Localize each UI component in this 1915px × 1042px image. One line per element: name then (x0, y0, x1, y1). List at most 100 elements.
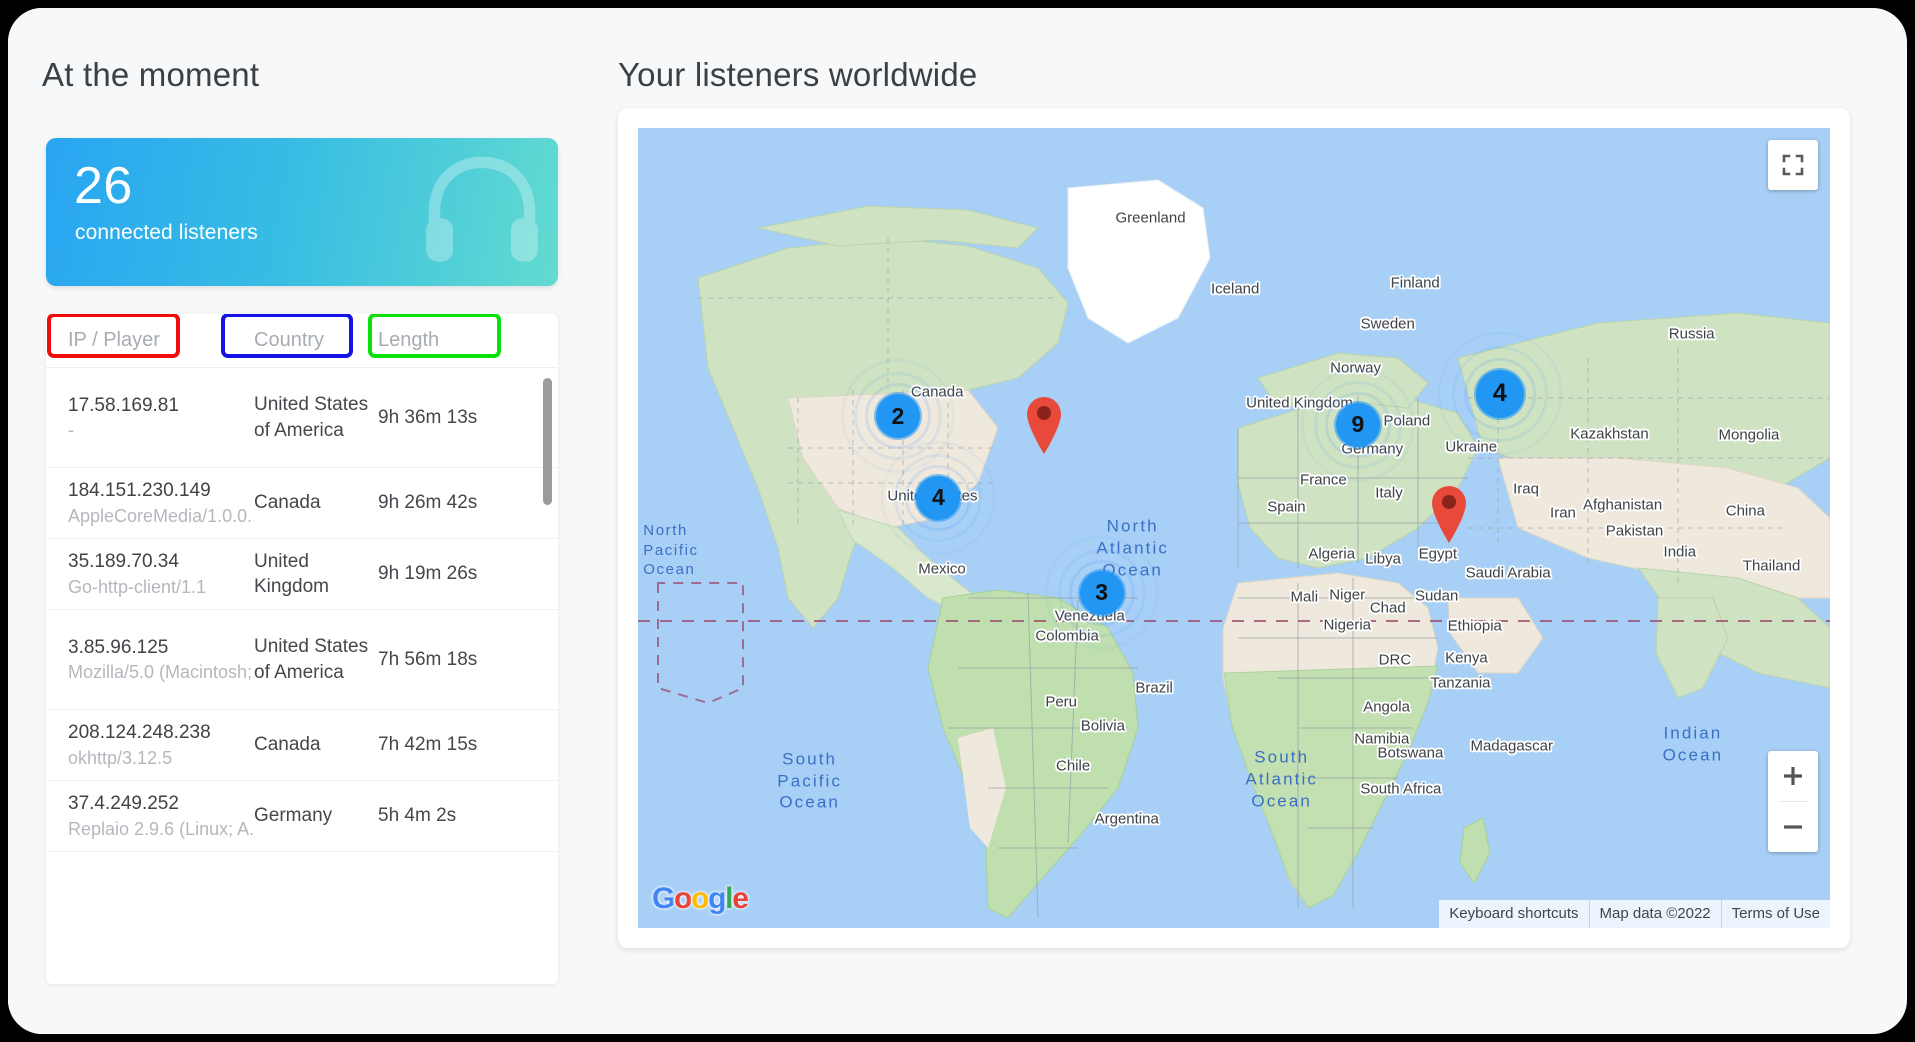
map-country-label: Bolivia (1081, 718, 1125, 735)
map-title: Your listeners worldwide (576, 8, 1907, 94)
cluster-count: 4 (916, 476, 960, 520)
map-country-label: Botswana (1377, 744, 1443, 761)
map-country-label: Angola (1363, 699, 1410, 716)
ip-address: 37.4.249.252 (68, 791, 254, 817)
map-country-label: Greenland (1116, 210, 1186, 227)
google-logo-letter: e (732, 882, 747, 915)
player-agent: AppleCoreMedia/1.0.0.... (68, 504, 254, 528)
map-country-label: Kenya (1445, 649, 1488, 666)
ocean-label-south-pacific: South Pacific Ocean (777, 748, 842, 813)
google-logo[interactable]: Google (652, 882, 748, 916)
cell-ip-player: 3.85.96.125 Mozilla/5.0 (Macintosh;... (46, 635, 254, 685)
cluster-marker[interactable]: 2 (876, 394, 920, 438)
cell-country: Canada (254, 732, 378, 757)
table-row[interactable]: 184.151.230.149 AppleCoreMedia/1.0.0....… (46, 468, 558, 539)
cell-ip-player: 37.4.249.252 Replaio 2.9.6 (Linux; A... (46, 791, 254, 841)
listeners-table: IP / Player Country Length 17.58.169.81 … (46, 314, 558, 984)
map-country-label: Sudan (1415, 588, 1458, 605)
table-row[interactable]: 3.85.96.125 Mozilla/5.0 (Macintosh;... U… (46, 610, 558, 710)
cell-country: Germany (254, 803, 378, 828)
google-logo-letter: o (674, 882, 691, 915)
column-header-length[interactable]: Length (378, 329, 538, 352)
table-row[interactable]: 35.189.70.34 Go-http-client/1.1 United K… (46, 539, 558, 610)
map-country-label: Chad (1370, 600, 1406, 617)
map-data-copyright: Map data ©2022 (1589, 900, 1721, 928)
map-country-label: Ethiopia (1448, 617, 1502, 634)
cluster-count: 2 (876, 394, 920, 438)
terms-of-use-link[interactable]: Terms of Use (1721, 900, 1830, 928)
map-country-label: Brazil (1135, 680, 1173, 697)
map-country-label: Nigeria (1323, 616, 1371, 633)
map-country-label: Mali (1291, 588, 1319, 605)
listeners-label: connected listeners (75, 221, 258, 245)
table-row[interactable]: 37.4.249.252 Replaio 2.9.6 (Linux; A... … (46, 781, 558, 852)
map-country-label: DRC (1379, 652, 1412, 669)
map-country-label: Iceland (1211, 280, 1259, 297)
map-pin-marker[interactable] (1427, 482, 1471, 549)
zoom-controls (1768, 751, 1818, 852)
map-country-label: India (1664, 544, 1697, 561)
player-agent: - (68, 418, 254, 442)
cluster-marker[interactable]: 4 (916, 476, 960, 520)
map-country-label: Pakistan (1606, 523, 1664, 540)
ocean-label-north-pacific: North Pacific Ocean (643, 522, 698, 580)
app-window: At the moment 26 connected listeners IP … (8, 8, 1907, 1034)
cell-country: Canada (254, 490, 378, 515)
map-country-label: Italy (1375, 484, 1403, 501)
map-country-label: South Africa (1360, 780, 1441, 797)
map-country-label: Sweden (1361, 316, 1415, 333)
map-country-label: Peru (1045, 693, 1077, 710)
table-row[interactable]: 208.124.248.238 okhttp/3.12.5 Canada 7h … (46, 710, 558, 781)
ip-address: 208.124.248.238 (68, 720, 254, 746)
table-row[interactable]: 17.58.169.81 - United States of America … (46, 368, 558, 468)
fullscreen-button[interactable] (1768, 140, 1818, 190)
listeners-count: 26 (74, 156, 133, 216)
map-country-label: Finland (1391, 275, 1440, 292)
map-country-label: Tanzania (1430, 675, 1490, 692)
cell-length: 9h 19m 26s (378, 563, 538, 585)
zoom-in-button[interactable] (1768, 751, 1818, 801)
map-country-label: Spain (1267, 499, 1305, 516)
map-country-label: Madagascar (1470, 737, 1553, 754)
cluster-count: 3 (1080, 571, 1124, 615)
table-header-row: IP / Player Country Length (46, 314, 558, 368)
player-agent: Mozilla/5.0 (Macintosh;... (68, 660, 254, 684)
map-country-label: Argentina (1095, 811, 1159, 828)
map-pin-marker[interactable] (1022, 393, 1066, 460)
ip-address: 17.58.169.81 (68, 393, 254, 419)
cell-length: 7h 42m 15s (378, 734, 538, 756)
ocean-label-south-atlantic: South Atlantic Ocean (1245, 747, 1318, 812)
page-title: At the moment (8, 8, 576, 94)
ip-address: 184.151.230.149 (68, 478, 254, 504)
ip-address: 3.85.96.125 (68, 635, 254, 661)
map-country-label: Libya (1365, 551, 1401, 568)
cell-country: United Kingdom (254, 549, 378, 599)
cluster-marker[interactable]: 3 (1080, 571, 1124, 615)
cell-length: 9h 26m 42s (378, 492, 538, 514)
cell-length: 5h 4m 2s (378, 805, 538, 827)
table-scrollbar-thumb[interactable] (543, 378, 552, 505)
cell-ip-player: 17.58.169.81 - (46, 393, 254, 443)
cluster-marker[interactable]: 9 (1336, 403, 1380, 447)
location-pin-icon (1022, 393, 1066, 455)
location-pin-icon (1427, 482, 1471, 544)
cluster-count: 4 (1476, 370, 1524, 418)
map-country-label: Mongolia (1719, 427, 1780, 444)
map-country-label: Chile (1056, 758, 1090, 775)
map-country-label: Kazakhstan (1570, 425, 1648, 442)
map-attribution-bar: Keyboard shortcuts Map data ©2022 Terms … (1439, 900, 1830, 928)
google-logo-letter: g (708, 882, 725, 915)
map-panel: Your listeners worldwide (576, 8, 1907, 1034)
connected-listeners-card: 26 connected listeners (46, 138, 558, 286)
column-header-ip-player[interactable]: IP / Player (46, 329, 254, 352)
map-country-label: Russia (1669, 325, 1715, 342)
world-map[interactable]: North Pacific Ocean North Atlantic Ocean… (638, 128, 1830, 928)
cell-length: 9h 36m 13s (378, 407, 538, 429)
cluster-marker[interactable]: 4 (1476, 370, 1524, 418)
keyboard-shortcuts-link[interactable]: Keyboard shortcuts (1439, 900, 1588, 928)
column-header-country[interactable]: Country (254, 329, 378, 352)
google-logo-letter: G (652, 882, 674, 915)
zoom-out-button[interactable] (1768, 802, 1818, 852)
map-country-label: Iran (1550, 504, 1576, 521)
map-country-label: Afghanistan (1583, 496, 1662, 513)
